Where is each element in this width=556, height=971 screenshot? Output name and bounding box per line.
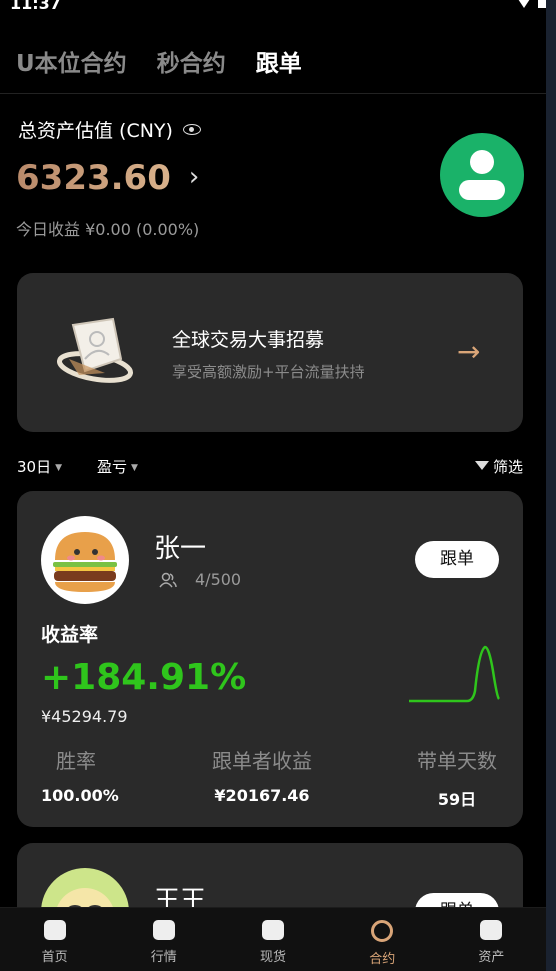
follower-profit-stat: 跟单者收益 ¥20167.46	[202, 745, 322, 805]
market-icon	[152, 920, 175, 940]
follower-count: 4/500	[159, 570, 241, 589]
filter-label: 筛选	[492, 458, 523, 476]
contract-tabs: U本位合约 秒合约 跟单	[0, 44, 316, 78]
sort-dropdown[interactable]: 盈亏 ▼	[97, 456, 138, 477]
nav-assets[interactable]: 资产	[437, 908, 546, 971]
tab-usdt-contract[interactable]: U本位合约	[16, 44, 127, 78]
follower-profit-label: 跟单者收益	[212, 749, 312, 773]
nav-spot[interactable]: 现货	[218, 908, 327, 971]
status-bar: 11:37	[0, 0, 546, 16]
user-icon-head	[470, 150, 494, 174]
wifi-icon	[516, 0, 532, 8]
trader-name: 张一	[154, 534, 207, 564]
period-dropdown[interactable]: 30日 ▼	[17, 456, 62, 477]
yield-sparkline	[409, 645, 501, 703]
home-icon	[43, 920, 66, 940]
banner-title: 全球交易大事招募	[172, 329, 325, 351]
tab-copy-trading[interactable]: 跟单	[256, 44, 302, 78]
nav-label: 合约	[369, 952, 396, 967]
tab-second-contract[interactable]: 秒合约	[157, 44, 226, 78]
asset-label: 总资产估值 (CNY)	[18, 120, 173, 142]
burger-avatar-icon	[53, 532, 117, 592]
win-rate-value: 100.00%	[41, 786, 119, 805]
trader-avatar[interactable]	[41, 516, 129, 604]
spot-icon	[262, 920, 284, 940]
arrow-right-icon[interactable]: →	[457, 335, 480, 368]
banner-subtitle: 享受高额激励+平台流量扶持	[172, 363, 365, 381]
asset-value: 6323.60	[16, 158, 171, 198]
filter-row: 30日 ▼ 盈亏 ▼ 筛选	[17, 456, 523, 478]
yield-amount: ¥45294.79	[41, 707, 128, 726]
nav-label: 现货	[260, 950, 287, 965]
caret-down-icon: ▼	[55, 463, 63, 473]
tab-divider	[0, 93, 546, 94]
nav-label: 行情	[150, 950, 177, 965]
period-label: 30日	[17, 458, 52, 476]
follower-profit-value: ¥20167.46	[214, 786, 310, 805]
recruit-banner[interactable]: 全球交易大事招募 享受高额激励+平台流量扶持 →	[17, 273, 523, 432]
profile-avatar[interactable]	[440, 133, 524, 217]
funnel-icon	[474, 461, 489, 470]
nav-label: 首页	[41, 950, 68, 965]
trade-days-label: 带单天数	[417, 749, 497, 773]
contract-icon	[371, 920, 394, 942]
sort-label: 盈亏	[97, 458, 128, 476]
yield-label: 收益率	[41, 624, 99, 646]
follow-button[interactable]: 跟单	[415, 541, 499, 578]
win-rate-stat: 胜率 100.00%	[41, 745, 119, 805]
wallet-icon	[480, 920, 503, 940]
trade-days-stat: 带单天数 59日	[412, 745, 502, 810]
chevron-right-icon[interactable]: ›	[189, 162, 199, 192]
status-icons	[516, 0, 546, 8]
trade-days-value: 59日	[437, 790, 477, 809]
nav-contract[interactable]: 合约	[328, 908, 437, 971]
nav-label: 资产	[478, 950, 505, 965]
asset-label-row: 总资产估值 (CNY)	[18, 116, 201, 143]
eye-icon[interactable]	[182, 124, 201, 135]
filter-button[interactable]: 筛选	[474, 456, 523, 477]
nav-home[interactable]: 首页	[0, 908, 109, 971]
yield-value: +184.91%	[41, 657, 247, 698]
follower-value: 4/500	[195, 570, 242, 589]
caret-down-icon: ▼	[131, 463, 138, 473]
status-time: 11:37	[10, 0, 61, 13]
user-icon-body	[459, 180, 505, 200]
battery-icon	[538, 0, 546, 8]
bottom-nav: 首页 行情 现货 合约 资产	[0, 907, 546, 971]
badge-illustration-icon	[56, 317, 134, 383]
edge-strip	[546, 0, 556, 971]
win-rate-label: 胜率	[56, 749, 96, 773]
today-earnings: 今日收益 ¥0.00 (0.00%)	[16, 220, 200, 239]
people-icon	[159, 572, 177, 587]
asset-value-row[interactable]: 6323.60 ›	[16, 158, 199, 198]
trader-card[interactable]: 张一 4/500 跟单 收益率 +184.91% ¥45294.79 胜率 10…	[17, 491, 523, 827]
nav-market[interactable]: 行情	[109, 908, 218, 971]
